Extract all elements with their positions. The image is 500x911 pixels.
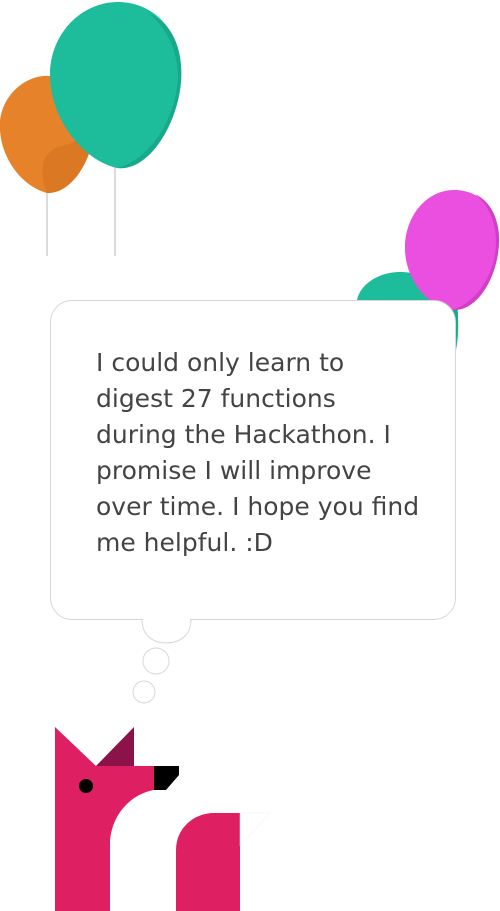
fox-eye — [79, 779, 93, 793]
fox-mascot-icon — [55, 727, 271, 911]
fox-ear — [96, 727, 134, 766]
fox-tail — [176, 813, 240, 911]
illustration-scene: I could only learn to digest 27 function… — [0, 0, 500, 911]
fox-head — [55, 727, 154, 911]
fox-tail-tip — [239, 812, 271, 847]
fox-nose — [154, 766, 179, 790]
